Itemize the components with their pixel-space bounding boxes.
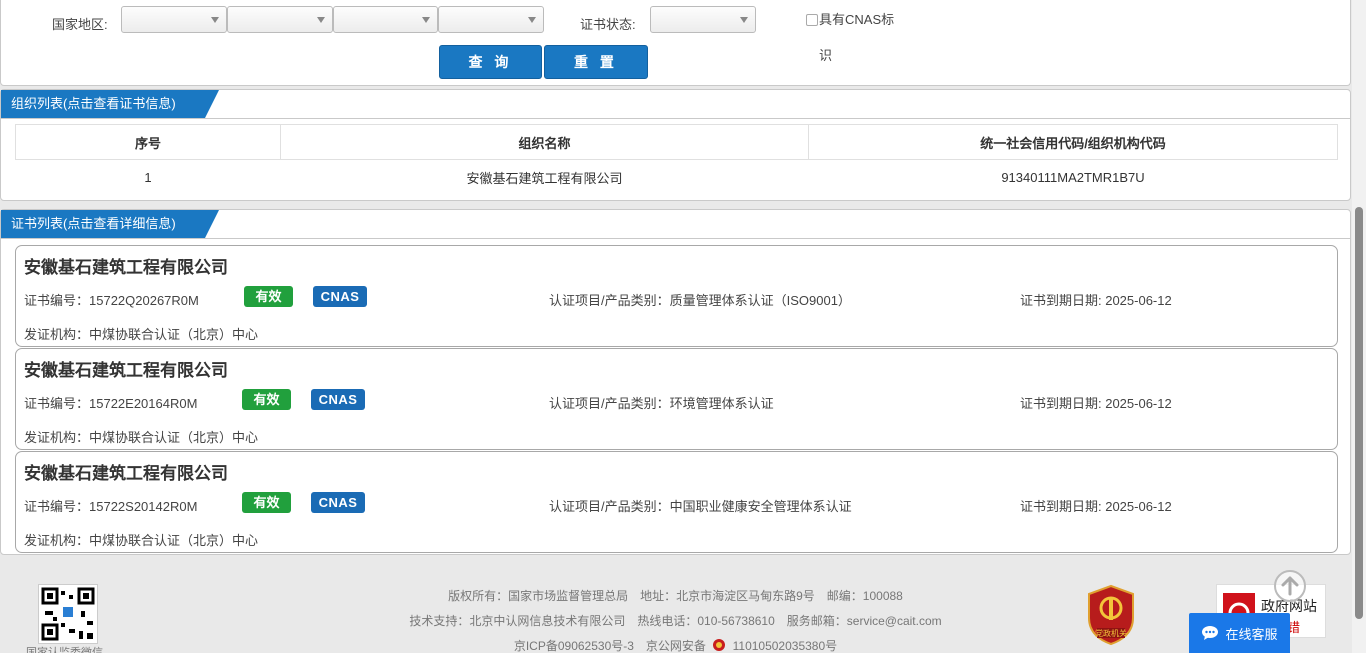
header-org-name: 组织名称 bbox=[280, 124, 809, 160]
icp-text[interactable]: 京ICP备09062530号-3 京公网安备 bbox=[514, 639, 706, 653]
country-select[interactable] bbox=[121, 6, 227, 33]
cert-expiry: 证书到期日期: 2025-06-12 bbox=[1020, 499, 1172, 514]
cert-number: 证书编号：15722Q20267R0M bbox=[24, 293, 199, 308]
cert-card[interactable]: 安徽基石建筑工程有限公司 证书编号：15722S20142R0M 有效 CNAS… bbox=[15, 451, 1338, 553]
org-list-panel: 组织列表(点击查看证书信息) 序号 组织名称 统一社会信用代码/组织机构代码 1… bbox=[0, 89, 1351, 201]
status-badge: 有效 bbox=[244, 286, 293, 307]
status-label: 证书状态: bbox=[580, 17, 636, 32]
footer-copyright: 版权所有：国家市场监督管理总局 地址：北京市海淀区马甸东路9号 邮编：10008… bbox=[448, 589, 903, 603]
query-button[interactable]: 查 询 bbox=[439, 45, 542, 79]
chevron-down-icon bbox=[740, 17, 748, 23]
cert-project: 认证项目/产品类别：中国职业健康安全管理体系认证 bbox=[549, 499, 852, 514]
row-org-name[interactable]: 安徽基石建筑工程有限公司 bbox=[281, 160, 809, 195]
cert-org-title: 安徽基石建筑工程有限公司 bbox=[24, 258, 228, 277]
org-table: 序号 组织名称 统一社会信用代码/组织机构代码 1 安徽基石建筑工程有限公司 9… bbox=[15, 124, 1338, 195]
chevron-down-icon bbox=[211, 17, 219, 23]
cert-issuer: 发证机构：中煤协联合认证（北京）中心 bbox=[24, 430, 259, 445]
country-label: 国家地区: bbox=[52, 17, 108, 32]
cert-org-title: 安徽基石建筑工程有限公司 bbox=[24, 464, 228, 483]
chevron-down-icon bbox=[528, 17, 536, 23]
cert-expiry: 证书到期日期: 2025-06-12 bbox=[1020, 293, 1172, 308]
city-select[interactable] bbox=[333, 6, 438, 33]
row-index: 1 bbox=[144, 169, 152, 185]
police-badge-icon bbox=[711, 638, 727, 652]
cert-issuer: 发证机构：中煤协联合认证（北京）中心 bbox=[24, 533, 259, 548]
cert-project: 认证项目/产品类别：环境管理体系认证 bbox=[549, 396, 774, 411]
cert-expiry: 证书到期日期: 2025-06-12 bbox=[1020, 396, 1172, 411]
scrollbar-thumb[interactable] bbox=[1355, 207, 1363, 619]
cert-list-panel: 证书列表(点击查看详细信息) 安徽基石建筑工程有限公司 证书编号：15722Q2… bbox=[0, 209, 1351, 555]
chat-bubble-icon bbox=[1202, 626, 1219, 640]
chevron-down-icon bbox=[317, 17, 325, 23]
shield-icon: 党政机关 bbox=[1088, 584, 1134, 646]
status-badge: 有效 bbox=[242, 492, 291, 513]
footer-icp: 京ICP备09062530号-3 京公网安备 11010502035380号 bbox=[0, 637, 1351, 653]
header-credit-code: 统一社会信用代码/组织机构代码 bbox=[808, 124, 1338, 160]
cert-card[interactable]: 安徽基石建筑工程有限公司 证书编号：15722E20164R0M 有效 CNAS… bbox=[15, 348, 1338, 450]
back-to-top-button[interactable] bbox=[1274, 570, 1306, 602]
emblem-label: 党政机关 bbox=[1095, 628, 1127, 638]
table-row[interactable]: 1 安徽基石建筑工程有限公司 91340111MA2TMR1B7U bbox=[16, 160, 1338, 195]
district-select[interactable] bbox=[438, 6, 544, 33]
header-index: 序号 bbox=[15, 124, 281, 160]
cnas-checkbox-label: 具有CNAS标识 bbox=[819, 12, 895, 63]
online-service-button[interactable]: 在线客服 bbox=[1189, 613, 1290, 653]
cnas-badge: CNAS bbox=[313, 286, 367, 307]
cert-org-title: 安徽基石建筑工程有限公司 bbox=[24, 361, 228, 380]
org-table-header: 序号 组织名称 统一社会信用代码/组织机构代码 bbox=[15, 124, 1338, 160]
cnas-badge: CNAS bbox=[311, 389, 365, 410]
cnas-checkbox[interactable] bbox=[806, 14, 818, 26]
cert-card[interactable]: 安徽基石建筑工程有限公司 证书编号：15722Q20267R0M 有效 CNAS… bbox=[15, 245, 1338, 347]
status-select[interactable] bbox=[650, 6, 756, 33]
page-scrollbar[interactable] bbox=[1352, 0, 1366, 653]
party-gov-emblem[interactable]: 党政机关 bbox=[1085, 584, 1137, 646]
cert-issuer: 发证机构：中煤协联合认证（北京）中心 bbox=[24, 327, 259, 342]
cert-list-tab: 证书列表(点击查看详细信息) bbox=[11, 216, 176, 231]
cert-number: 证书编号：15722E20164R0M bbox=[24, 396, 198, 411]
reset-button[interactable]: 重 置 bbox=[544, 45, 648, 79]
status-badge: 有效 bbox=[242, 389, 291, 410]
police-record-text[interactable]: 11010502035380号 bbox=[733, 639, 838, 653]
chevron-down-icon bbox=[422, 17, 430, 23]
search-panel: 国家地区: 证书状态: 具有CNAS标识 查 询 重 置 bbox=[0, 0, 1351, 86]
cert-project: 认证项目/产品类别：质量管理体系认证（ISO9001） bbox=[549, 293, 851, 308]
province-select[interactable] bbox=[227, 6, 333, 33]
cert-number: 证书编号：15722S20142R0M bbox=[24, 499, 198, 514]
org-list-tab: 组织列表(点击查看证书信息) bbox=[11, 96, 176, 111]
arrow-up-icon bbox=[1281, 576, 1299, 596]
cnas-badge: CNAS bbox=[311, 492, 365, 513]
chat-label: 在线客服 bbox=[1225, 626, 1278, 642]
footer-tech-support: 技术支持：北京中认网信息技术有限公司 热线电话：010-56738610 服务邮… bbox=[409, 614, 942, 628]
row-credit-code: 91340111MA2TMR1B7U bbox=[1001, 169, 1145, 185]
